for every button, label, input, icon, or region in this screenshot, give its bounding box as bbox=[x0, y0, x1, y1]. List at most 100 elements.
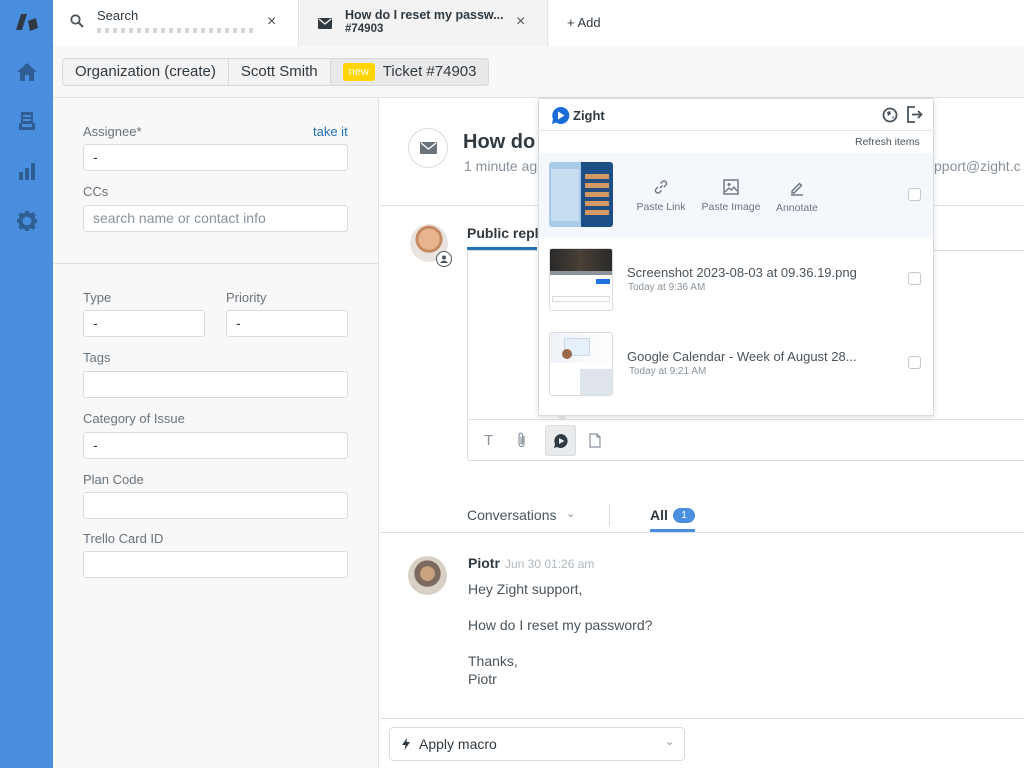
zight-item-thumbnail bbox=[549, 162, 613, 227]
zight-item-thumbnail bbox=[549, 248, 613, 311]
close-search-tab-icon[interactable]: × bbox=[267, 13, 276, 31]
breadcrumb-organization[interactable]: Organization (create) bbox=[63, 59, 229, 85]
image-icon bbox=[723, 179, 739, 195]
zight-item-title: Google Calendar - Week of August 28... bbox=[627, 349, 857, 364]
plan-code-input[interactable] bbox=[83, 492, 348, 519]
logout-icon[interactable] bbox=[907, 106, 923, 128]
filter-all-tab[interactable]: All bbox=[650, 507, 668, 523]
breadcrumb: Organization (create) Scott Smith new Tic… bbox=[62, 58, 490, 86]
breadcrumb-ticket[interactable]: new Ticket #74903 bbox=[330, 59, 489, 85]
composer-toolbar-divider bbox=[468, 419, 1024, 420]
refresh-items-link[interactable]: Refresh items bbox=[855, 136, 920, 148]
conversation-divider bbox=[380, 532, 1024, 533]
zight-item-checkbox[interactable] bbox=[908, 356, 921, 369]
all-count-badge: 1 bbox=[673, 508, 695, 523]
zight-item-thumbnail bbox=[549, 332, 613, 396]
breadcrumb-requester[interactable]: Scott Smith bbox=[229, 59, 331, 85]
thumb-strip bbox=[550, 271, 612, 275]
zight-item-checkbox[interactable] bbox=[908, 272, 921, 285]
zight-list-item[interactable]: Google Calendar - Week of August 28... T… bbox=[539, 321, 933, 405]
tags-input[interactable] bbox=[83, 371, 348, 398]
home-icon[interactable] bbox=[0, 56, 53, 88]
message-line: Hey Zight support, bbox=[468, 581, 583, 597]
paperclip-icon[interactable] bbox=[517, 432, 527, 453]
footer-divider bbox=[380, 718, 1024, 719]
thumb-avatar bbox=[562, 349, 572, 359]
message-line: How do I reset my password? bbox=[468, 617, 653, 633]
breadcrumb-bar: Organization (create) Scott Smith new Tic… bbox=[53, 46, 1024, 98]
tab-ticket[interactable]: How do I reset my passw... #74903 × bbox=[300, 0, 548, 46]
message-body: Hey Zight support, How do I reset my pas… bbox=[468, 580, 652, 688]
search-query-redacted bbox=[97, 28, 253, 33]
zight-logo-icon bbox=[551, 106, 570, 130]
thumb-list bbox=[585, 174, 609, 216]
ticket-title: How do bbox=[463, 131, 536, 153]
paste-link-label: Paste Link bbox=[636, 201, 686, 213]
views-inbox-icon[interactable] bbox=[0, 105, 53, 137]
document-icon[interactable] bbox=[589, 433, 601, 453]
ccs-input[interactable]: search name or contact info bbox=[83, 205, 348, 232]
type-field[interactable]: - bbox=[83, 310, 205, 337]
close-ticket-tab-icon[interactable]: × bbox=[516, 13, 525, 31]
annotate-button[interactable]: Annotate bbox=[771, 180, 823, 214]
priority-field[interactable]: - bbox=[226, 310, 348, 337]
channel-email-icon bbox=[408, 128, 448, 168]
take-it-link[interactable]: take it bbox=[313, 124, 348, 139]
ticket-meta: 1 minute ag bbox=[464, 158, 538, 174]
trello-card-input[interactable] bbox=[83, 551, 348, 578]
status-badge: new bbox=[342, 63, 375, 81]
thumb-panel bbox=[551, 169, 579, 221]
ticket-recipient-email: pport@zight.c bbox=[934, 158, 1021, 174]
globe-icon[interactable] bbox=[882, 107, 898, 128]
conversations-filter[interactable]: Conversations bbox=[467, 507, 557, 523]
link-icon bbox=[654, 180, 668, 194]
paste-image-button[interactable]: Paste Image bbox=[699, 179, 763, 213]
panel-divider bbox=[53, 263, 379, 264]
chevron-down-icon[interactable]: ⌄ bbox=[566, 507, 575, 520]
chevron-down-icon: ⌄ bbox=[665, 736, 675, 748]
admin-gear-icon[interactable] bbox=[0, 205, 53, 237]
reporting-bar-chart-icon[interactable] bbox=[0, 155, 53, 187]
breadcrumb-requester-label: Scott Smith bbox=[240, 63, 318, 80]
category-field[interactable]: - bbox=[83, 432, 348, 459]
breadcrumb-organization-label: Organization (create) bbox=[75, 63, 216, 80]
tab-search[interactable]: Search × bbox=[53, 0, 299, 46]
zight-item-title: Screenshot 2023-08-03 at 09.36.19.png bbox=[627, 265, 857, 280]
thumb-button bbox=[596, 279, 610, 284]
tab-ticket-title: How do I reset my passw... bbox=[345, 8, 504, 22]
zight-active-item[interactable]: Paste Link Paste Image Annotate bbox=[539, 153, 933, 237]
assignee-field[interactable]: - bbox=[83, 144, 348, 171]
public-reply-tab[interactable]: Public repl bbox=[467, 225, 539, 241]
message-line: Thanks, bbox=[468, 653, 518, 669]
paste-link-button[interactable]: Paste Link bbox=[633, 179, 689, 213]
ticket-properties-panel: Assignee* take it - CCs search name or c… bbox=[53, 98, 379, 768]
add-tab-button[interactable]: + Add bbox=[567, 15, 601, 30]
requester-avatar[interactable] bbox=[408, 556, 447, 595]
tags-label: Tags bbox=[83, 350, 111, 365]
message-author[interactable]: Piotr bbox=[468, 555, 500, 571]
thumb-input bbox=[552, 296, 610, 302]
popup-pointer bbox=[556, 415, 568, 421]
text-format-icon[interactable]: T bbox=[484, 432, 493, 449]
lightning-icon bbox=[402, 737, 410, 755]
add-tab-area: + Add bbox=[549, 0, 1024, 46]
search-icon bbox=[70, 14, 84, 33]
annotate-label: Annotate bbox=[775, 202, 819, 214]
apply-macro-label: Apply macro bbox=[419, 736, 497, 752]
type-label: Type bbox=[83, 290, 112, 305]
tab-ticket-number: #74903 bbox=[345, 23, 384, 35]
zight-brand: Zight bbox=[573, 108, 605, 123]
zight-icon bbox=[553, 433, 568, 448]
thumb-header bbox=[550, 249, 612, 271]
trello-card-label: Trello Card ID bbox=[83, 531, 164, 546]
zight-toolbar-button[interactable] bbox=[545, 425, 576, 456]
thumb-panel bbox=[580, 369, 612, 395]
zight-item-checkbox[interactable] bbox=[908, 188, 921, 201]
plan-code-label: Plan Code bbox=[83, 472, 144, 487]
priority-label: Priority bbox=[226, 290, 267, 305]
zight-list-item[interactable]: Screenshot 2023-08-03 at 09.36.19.png To… bbox=[539, 237, 933, 321]
zendesk-logo-icon[interactable] bbox=[0, 6, 53, 38]
apply-macro-dropdown[interactable]: Apply macro ⌄ bbox=[389, 727, 685, 761]
message-timestamp: Jun 30 01:26 am bbox=[505, 557, 595, 571]
zight-header: Zight bbox=[539, 99, 933, 131]
